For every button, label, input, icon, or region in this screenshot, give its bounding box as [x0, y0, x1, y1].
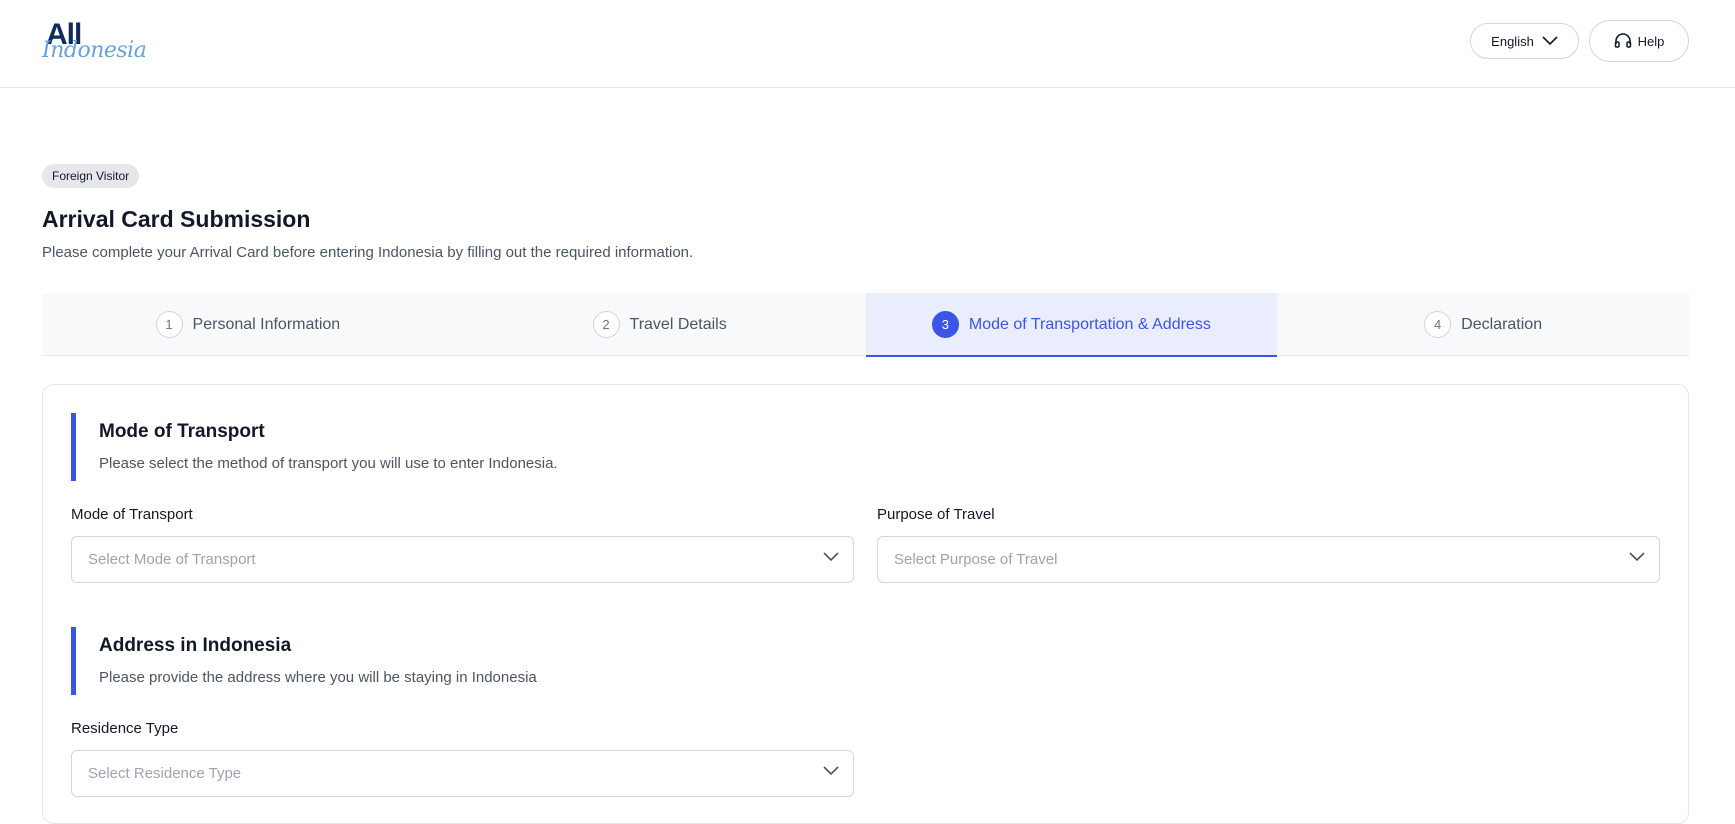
step-travel-details[interactable]: 2 Travel Details	[454, 293, 866, 356]
step-personal-information[interactable]: 1 Personal Information	[42, 293, 454, 356]
step-number: 3	[931, 311, 959, 338]
language-selector[interactable]: English	[1470, 23, 1579, 59]
page-subtitle: Please complete your Arrival Card before…	[42, 244, 694, 261]
all-indonesia-logo[interactable]: All Indonesia	[42, 18, 152, 64]
section-description: Please provide the address where you wil…	[99, 669, 537, 686]
step-label: Travel Details	[629, 315, 727, 333]
transport-section-header: Mode of Transport Please select the meth…	[71, 413, 971, 481]
step-number: 4	[1424, 311, 1452, 338]
chevron-down-icon	[1629, 552, 1645, 562]
help-button[interactable]: Help	[1589, 20, 1689, 62]
section-title: Address in Indonesia	[99, 635, 292, 656]
select-placeholder: Select Purpose of Travel	[894, 551, 1058, 568]
step-declaration[interactable]: 4 Declaration	[1277, 293, 1689, 356]
step-label: Personal Information	[192, 315, 341, 333]
residence-type-label: Residence Type	[71, 720, 179, 737]
residence-type-select[interactable]: Select Residence Type	[71, 750, 854, 797]
chevron-down-icon	[823, 766, 839, 776]
step-number: 1	[155, 311, 183, 338]
chevron-down-icon	[823, 552, 839, 562]
top-bar: All Indonesia English Help	[0, 0, 1735, 88]
purpose-of-travel-select[interactable]: Select Purpose of Travel	[877, 536, 1660, 583]
page-title: Arrival Card Submission	[42, 206, 311, 232]
help-label: Help	[1637, 33, 1665, 49]
step-label: Mode of Transportation & Address	[968, 315, 1211, 333]
visitor-type-badge: Foreign Visitor	[42, 164, 140, 188]
form-card: Mode of Transport Please select the meth…	[42, 384, 1689, 824]
section-description: Please select the method of transport yo…	[99, 455, 558, 472]
address-section-header: Address in Indonesia Please provide the …	[71, 627, 971, 695]
select-placeholder: Select Mode of Transport	[88, 551, 256, 568]
headset-icon	[1614, 33, 1631, 48]
step-number: 2	[592, 311, 620, 338]
step-transportation-address[interactable]: 3 Mode of Transportation & Address	[865, 293, 1278, 357]
step-label: Declaration	[1461, 315, 1543, 333]
section-title: Mode of Transport	[99, 421, 265, 442]
select-placeholder: Select Residence Type	[88, 765, 242, 782]
mode-of-transport-select[interactable]: Select Mode of Transport	[71, 536, 854, 583]
mode-of-transport-label: Mode of Transport	[71, 506, 193, 523]
chevron-down-icon	[1542, 36, 1558, 46]
purpose-of-travel-label: Purpose of Travel	[877, 506, 995, 523]
language-label: English	[1491, 33, 1534, 49]
logo-text-indonesia: Indonesia	[42, 38, 147, 63]
form-stepper: 1 Personal Information 2 Travel Details …	[42, 293, 1689, 357]
